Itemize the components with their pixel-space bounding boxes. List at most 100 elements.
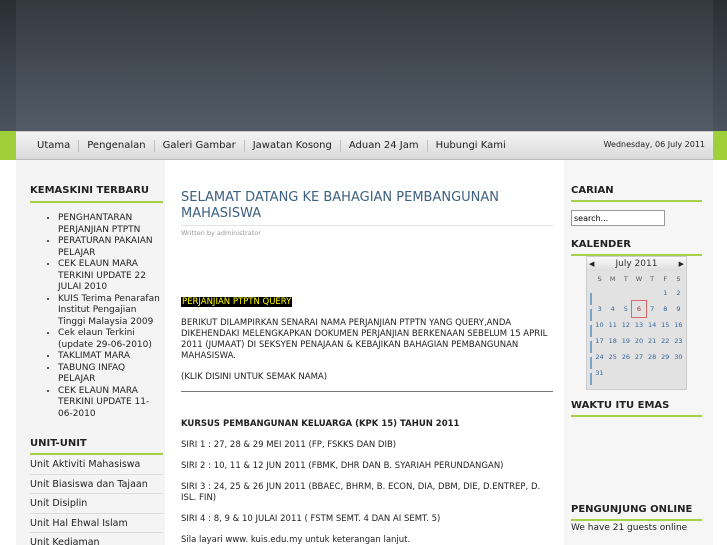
calendar-day[interactable]: 17: [593, 333, 606, 349]
news-item[interactable]: CEK ELAUN MARA TERKINI UPDATE 11-06-2010: [58, 386, 163, 421]
news-item[interactable]: CEK ELAUN MARA TERKINI UPDATE 22 JULAI 2…: [58, 259, 163, 294]
calendar-day[interactable]: 26: [619, 349, 632, 365]
calendar-day: [606, 285, 619, 301]
calendar-day[interactable]: 21: [646, 333, 659, 349]
search-title: CARIAN: [571, 185, 614, 196]
unit-item-biasiswa[interactable]: Unit Biasiswa dan Tajaan: [30, 475, 163, 495]
calendar-day[interactable]: 31: [593, 365, 606, 381]
nav-item-utama[interactable]: Utama: [29, 139, 80, 152]
calendar-day[interactable]: 18: [606, 333, 619, 349]
siri-item: SIRI 1 : 27, 28 & 29 MEI 2011 (FP, FSKKS…: [181, 440, 397, 450]
calendar-day[interactable]: 28: [646, 349, 659, 365]
news-item[interactable]: TAKLIMAT MARA: [58, 351, 163, 363]
calendar-day[interactable]: 1: [659, 285, 672, 301]
next-month-icon[interactable]: ▶: [679, 257, 684, 271]
nav-item-jawatan-kosong[interactable]: Jawatan Kosong: [245, 139, 341, 152]
calendar-day: [619, 365, 632, 381]
siri-item: SIRI 4 : 8, 9 & 10 JULAI 2011 ( FSTM SEM…: [181, 514, 441, 524]
day-name: F: [663, 275, 668, 283]
calendar-day[interactable]: 23: [672, 333, 685, 349]
day-name: S: [676, 275, 681, 283]
site-banner: [16, 0, 713, 131]
calendar-week: 17 18 19 20 21 22 23: [593, 333, 685, 349]
highlight-link[interactable]: PERJANJIAN PTPTN QUERY: [181, 297, 293, 307]
green-accent-left: [0, 131, 16, 160]
news-item[interactable]: TABUNG INFAQ PELAJAR: [58, 363, 163, 386]
calendar-day: [606, 365, 619, 381]
calendar-day[interactable]: 19: [619, 333, 632, 349]
units-title: UNIT-UNIT: [30, 438, 87, 449]
unit-item-aktiviti[interactable]: Unit Aktiviti Mahasiswa: [30, 455, 163, 475]
calendar-day[interactable]: 4: [606, 301, 619, 317]
calendar-day: [672, 365, 685, 381]
nav-item-hubungi-kami[interactable]: Hubungi Kami: [428, 140, 514, 152]
calendar-title: KALENDER: [571, 239, 631, 250]
calendar-day[interactable]: 25: [606, 349, 619, 365]
calendar-day[interactable]: 9: [672, 301, 685, 317]
top-navigation: Utama Pengenalan Galeri Gambar Jawatan K…: [16, 131, 713, 160]
calendar-day[interactable]: 2: [672, 285, 685, 301]
latest-news-list: PENGHANTARAN PERJANJIAN PTPTN PERATURAN …: [30, 213, 163, 420]
calendar-day[interactable]: 5: [619, 301, 632, 317]
title-underline: [571, 200, 702, 202]
calendar-day[interactable]: 10: [593, 317, 606, 333]
calendar-week-markers: [590, 293, 592, 388]
day-name: T: [650, 275, 655, 283]
news-item[interactable]: PERATURAN PAKAIAN PELAJAR: [58, 236, 163, 259]
calendar-day: [619, 285, 632, 301]
unit-item-hal-ehwal-islam[interactable]: Unit Hal Ehwal Islam: [30, 514, 163, 534]
time-title: WAKTU ITU EMAS: [571, 400, 670, 411]
calendar-day[interactable]: 29: [659, 349, 672, 365]
calendar-day[interactable]: 13: [632, 317, 645, 333]
calendar-day[interactable]: 8: [659, 301, 672, 317]
calendar-day[interactable]: 15: [659, 317, 672, 333]
calendar-header: ◀ July 2011 ▶: [587, 257, 686, 271]
calendar-day-names: S M T W T F S: [593, 273, 685, 285]
calendar-weeks: 1 2 3 4 5 6 7 8 9 10 11 12 13 14 15 16 17 18 19 20 21 22 23 24 2…: [593, 285, 685, 381]
unit-item-kediaman[interactable]: Unit Kediaman: [30, 533, 163, 545]
news-item[interactable]: Cek elaun Terkini (update 29-06-2010): [58, 328, 163, 351]
nav-menu: Utama Pengenalan Galeri Gambar Jawatan K…: [29, 132, 514, 159]
calendar-day[interactable]: 20: [632, 333, 645, 349]
calendar-day: [646, 365, 659, 381]
calendar-day: [632, 285, 645, 301]
siri-item: SIRI 3 : 24, 25 & 26 JUN 2011 (BBAEC, BH…: [181, 482, 541, 503]
green-accent-right: [713, 131, 727, 160]
calendar-day[interactable]: 14: [646, 317, 659, 333]
calendar-week: 10 11 12 13 14 15 16: [593, 317, 685, 333]
nav-item-galeri-gambar[interactable]: Galeri Gambar: [155, 139, 245, 152]
latest-news-title: KEMASKINI TERBARU: [30, 185, 150, 196]
calendar-day[interactable]: 7: [646, 301, 659, 317]
visitors-title: PENGUNJUNG ONLINE: [571, 504, 693, 515]
current-date: Wednesday, 06 July 2011: [603, 140, 705, 149]
day-name: T: [623, 275, 628, 283]
nav-item-pengenalan[interactable]: Pengenalan: [79, 139, 155, 152]
prev-month-icon[interactable]: ◀: [589, 257, 594, 271]
siri-item: SIRI 2 : 10, 11 & 12 JUN 2011 (FBMK, DHR…: [181, 461, 504, 471]
day-name: M: [609, 275, 616, 283]
main-content: SELAMAT DATANG KE BAHAGIAN PEMBANGUNAN M…: [181, 190, 553, 545]
calendar-day[interactable]: 24: [593, 349, 606, 365]
calendar-day[interactable]: 6: [631, 300, 647, 318]
unit-item-disiplin[interactable]: Unit Disiplin: [30, 494, 163, 514]
calendar-day[interactable]: 3: [593, 301, 606, 317]
calendar-week: 31: [593, 365, 685, 381]
news-item[interactable]: KUIS Terima Penarafan Institut Pengajian…: [58, 294, 163, 329]
course-title: KURSUS PEMBANGUNAN KELUARGA (KPK 15) TAH…: [181, 419, 460, 429]
nav-item-aduan-24-jam[interactable]: Aduan 24 Jam: [341, 139, 428, 152]
news-item[interactable]: PENGHANTARAN PERJANJIAN PTPTN: [58, 213, 163, 236]
calendar-day[interactable]: 27: [632, 349, 645, 365]
check-names-link[interactable]: (KLIK DISINI UNTUK SEMAK NAMA): [181, 372, 553, 383]
calendar-day[interactable]: 22: [659, 333, 672, 349]
calendar-widget: ◀ July 2011 ▶ S M T W T F S 1 2 3 4 5 6 7 8 9 10 1…: [586, 256, 687, 390]
calendar-day[interactable]: 16: [672, 317, 685, 333]
calendar-day[interactable]: 12: [619, 317, 632, 333]
footer-note: Sila layari www. kuis.edu.my untuk keter…: [181, 535, 411, 545]
calendar-day[interactable]: 11: [606, 317, 619, 333]
calendar-day[interactable]: 30: [672, 349, 685, 365]
article-title: SELAMAT DATANG KE BAHAGIAN PEMBANGUNAN M…: [181, 190, 500, 221]
calendar-day: [632, 365, 645, 381]
day-name: S: [597, 275, 602, 283]
search-input[interactable]: [571, 210, 665, 226]
article-author: Written by administrator: [181, 225, 553, 237]
